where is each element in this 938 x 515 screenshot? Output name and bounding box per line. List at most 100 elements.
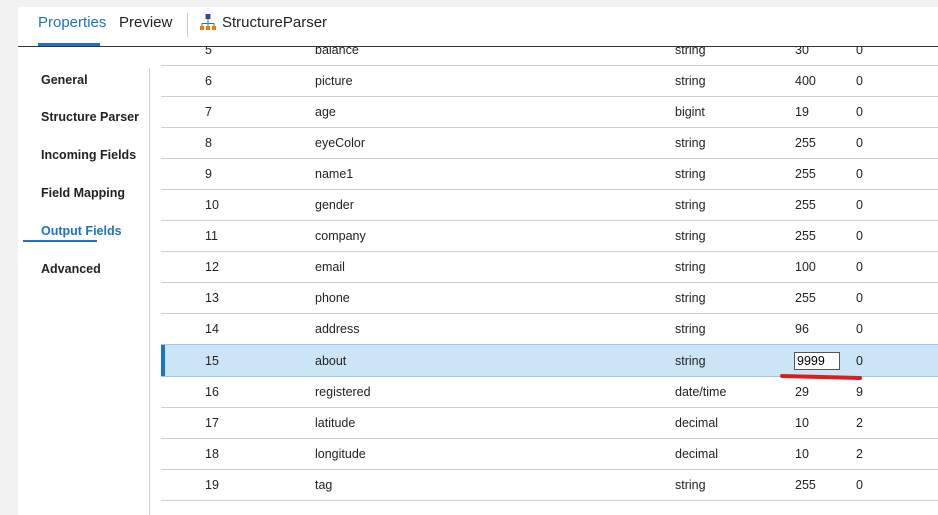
field-scale: 0	[856, 229, 863, 243]
properties-header: Properties Preview StructureParser	[18, 7, 938, 47]
field-number: 15	[205, 354, 219, 368]
field-number: 18	[205, 447, 219, 461]
sidenav-item-field-mapping[interactable]: Field Mapping	[41, 186, 125, 200]
field-precision: 255	[795, 167, 816, 181]
field-type: string	[675, 229, 706, 243]
sidenav-divider	[149, 68, 150, 515]
field-precision: 400	[795, 74, 816, 88]
field-name: registered	[315, 385, 371, 399]
field-number: 13	[205, 291, 219, 305]
field-precision: 255	[795, 229, 816, 243]
field-type: string	[675, 260, 706, 274]
table-row[interactable]: 9 name1 string 255 0	[161, 159, 938, 190]
field-scale: 0	[856, 74, 863, 88]
field-name: gender	[315, 198, 354, 212]
table-row-selected[interactable]: 15 about string 0	[161, 344, 938, 377]
table-row[interactable]: 16 registered date/time 29 9	[161, 377, 938, 408]
field-name: company	[315, 229, 366, 243]
field-type: string	[675, 74, 706, 88]
field-scale: 2	[856, 447, 863, 461]
structure-parser-icon	[200, 14, 216, 32]
field-type: decimal	[675, 416, 719, 430]
tab-properties-underline	[38, 43, 100, 46]
table-row[interactable]: 17 latitude decimal 10 2	[161, 408, 938, 439]
window-top-gap	[0, 0, 938, 7]
field-precision: 100	[795, 260, 816, 274]
field-precision: 255	[795, 291, 816, 305]
field-precision: 10	[795, 416, 809, 430]
field-scale: 2	[856, 416, 863, 430]
field-name: picture	[315, 74, 353, 88]
precision-input[interactable]	[794, 352, 840, 370]
table-row[interactable]: 11 company string 255 0	[161, 221, 938, 252]
output-fields-grid: 5 balance string 30 0 6 picture string 4…	[161, 47, 938, 515]
field-name: balance	[315, 47, 359, 57]
field-name: eyeColor	[315, 136, 366, 150]
field-number: 17	[205, 416, 219, 430]
table-row[interactable]: 14 address string 96 0	[161, 314, 938, 345]
table-row[interactable]: 12 email string 100 0	[161, 252, 938, 283]
sidenav-item-incoming-fields[interactable]: Incoming Fields	[41, 148, 136, 162]
field-type: string	[675, 47, 706, 57]
field-name: email	[315, 260, 345, 274]
field-type: string	[675, 478, 706, 492]
field-number: 7	[205, 105, 212, 119]
field-number: 14	[205, 322, 219, 336]
field-type: string	[675, 291, 706, 305]
field-scale: 0	[856, 167, 863, 181]
field-scale: 0	[856, 478, 863, 492]
field-scale: 0	[856, 198, 863, 212]
properties-sidenav: General Structure Parser Incoming Fields…	[18, 47, 150, 515]
table-row[interactable]: 7 age bigint 19 0	[161, 97, 938, 128]
field-scale: 0	[856, 105, 863, 119]
field-scale: 0	[856, 291, 863, 305]
tab-properties[interactable]: Properties	[38, 14, 106, 31]
field-scale: 0	[856, 322, 863, 336]
sidenav-item-output-fields[interactable]: Output Fields	[41, 224, 122, 238]
table-row[interactable]: 5 balance string 30 0	[161, 47, 938, 66]
field-name: tag	[315, 478, 333, 492]
field-type: string	[675, 322, 706, 336]
field-type: string	[675, 136, 706, 150]
field-scale: 0	[856, 260, 863, 274]
table-row[interactable]: 13 phone string 255 0	[161, 283, 938, 314]
sidenav-active-underline	[23, 240, 97, 242]
field-scale: 9	[856, 385, 863, 399]
sidenav-item-general[interactable]: General	[41, 73, 88, 87]
field-precision: 19	[795, 105, 809, 119]
table-row[interactable]: 10 gender string 255 0	[161, 190, 938, 221]
table-row[interactable]: 19 tag string 255 0	[161, 470, 938, 501]
field-number: 8	[205, 136, 212, 150]
field-precision: 29	[795, 385, 809, 399]
field-precision: 96	[795, 322, 809, 336]
field-number: 6	[205, 74, 212, 88]
transformation-title: StructureParser	[222, 14, 328, 31]
field-name: about	[315, 354, 347, 368]
field-number: 11	[205, 229, 218, 243]
table-row[interactable]: 18 longitude decimal 10 2	[161, 439, 938, 470]
header-separator	[187, 13, 188, 37]
field-number: 5	[205, 47, 212, 57]
field-name: phone	[315, 291, 350, 305]
field-scale: 0	[856, 354, 863, 368]
field-number: 16	[205, 385, 219, 399]
field-number: 10	[205, 198, 219, 212]
field-precision: 30	[795, 47, 809, 57]
field-scale: 0	[856, 136, 863, 150]
window-left-strip	[0, 0, 18, 515]
sidenav-item-advanced[interactable]: Advanced	[41, 262, 101, 276]
field-type: bigint	[675, 105, 705, 119]
field-type: string	[675, 198, 706, 212]
field-name: age	[315, 105, 336, 119]
table-row[interactable]: 8 eyeColor string 255 0	[161, 128, 938, 159]
tab-preview[interactable]: Preview	[119, 14, 172, 31]
field-name: name1	[315, 167, 354, 181]
table-row[interactable]: 6 picture string 400 0	[161, 66, 938, 97]
field-number: 12	[205, 260, 219, 274]
sidenav-item-structure-parser[interactable]: Structure Parser	[41, 110, 139, 124]
field-precision: 255	[795, 198, 816, 212]
field-type: string	[675, 167, 706, 181]
field-number: 9	[205, 167, 212, 181]
field-name: latitude	[315, 416, 356, 430]
field-type: date/time	[675, 385, 727, 399]
